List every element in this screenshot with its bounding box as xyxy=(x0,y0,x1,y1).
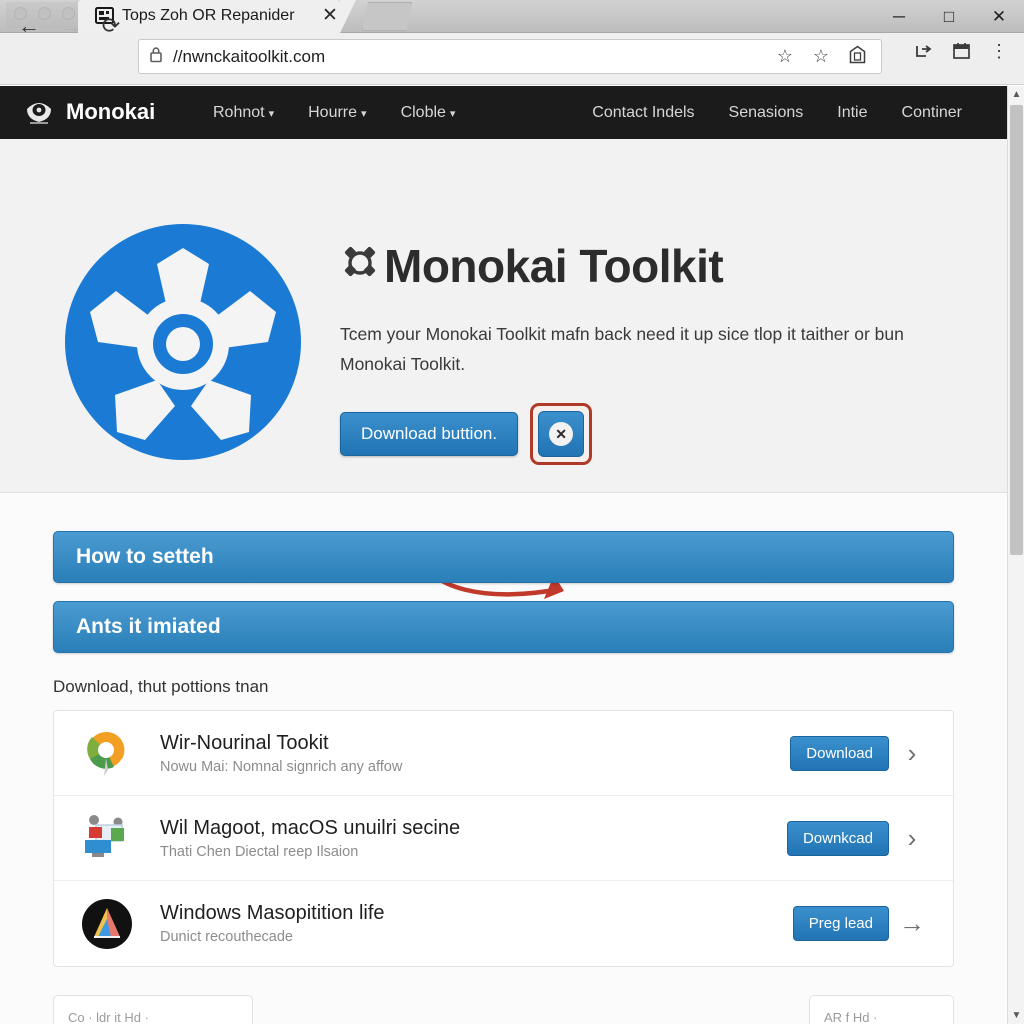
nav-item-intie[interactable]: Intie xyxy=(820,104,884,122)
chevron-right-icon[interactable]: › xyxy=(889,823,935,854)
new-tab-icon[interactable] xyxy=(362,2,412,31)
blue-gear-logo-icon xyxy=(63,222,303,462)
list-item[interactable]: Windows Masopitition life Dunict recouth… xyxy=(54,881,953,966)
list-item[interactable]: Wil Magoot, macOS unuilri secine Thati C… xyxy=(54,796,953,881)
chrome-pin-icon xyxy=(80,726,134,780)
site-navbar: Monokai Rohnot ▾ Hourre ▾ Cloble ▾ Contact … xyxy=(0,86,1007,139)
forward-arrow-icon[interactable]: → xyxy=(56,11,86,41)
list-item-title: Windows Masopitition life xyxy=(160,902,385,924)
scrollbar-thumb[interactable] xyxy=(1010,105,1023,555)
hero-actions: Download buttion. ✕ xyxy=(340,403,970,465)
page-scrollbar[interactable]: ▲ ▼ xyxy=(1007,86,1024,1024)
devices-screens-icon xyxy=(80,811,134,865)
bottom-card-left[interactable]: Co · ldr it Hd · xyxy=(53,995,253,1024)
nav-item-hourre[interactable]: Hourre ▾ xyxy=(291,104,383,122)
nav-item-contact-indels[interactable]: Contact Indels xyxy=(575,104,711,122)
site-nav-left: Rohnot ▾ Hourre ▾ Cloble ▾ xyxy=(196,86,472,139)
gear-icon xyxy=(340,242,380,291)
minimize-button[interactable]: ─ xyxy=(874,0,924,33)
address-bar-actions: ☆ ☆ xyxy=(767,45,881,69)
list-item-subtitle: Dunict recouthecade xyxy=(160,929,293,945)
arrow-right-icon[interactable]: → xyxy=(889,908,935,939)
nav-item-rohnot[interactable]: Rohnot ▾ xyxy=(196,104,291,122)
monokai-owl-logo-icon xyxy=(22,95,56,129)
close-badge-button[interactable]: ✕ xyxy=(538,411,585,457)
back-arrow-icon[interactable]: ← xyxy=(14,11,44,41)
bottom-card-right[interactable]: AR f Hd · xyxy=(809,995,954,1024)
scroll-up-arrow-icon[interactable]: ▲ xyxy=(1008,86,1024,103)
nav-item-senasions[interactable]: Senasions xyxy=(712,104,821,122)
download-button[interactable]: Download buttion. xyxy=(340,412,519,456)
close-window-button[interactable]: ✕ xyxy=(974,0,1024,33)
window-controls: ─ □ ✕ xyxy=(874,0,1024,33)
list-item-body: Wir-Nourinal Tookit Nowu Mai: Nomnal sig… xyxy=(134,732,790,775)
browser-window: Tops Zoh OR Repanider ✕ ─ □ ✕ ← → ⟳ //nw… xyxy=(0,0,1024,1024)
hero-description: Tcem your Monokai Toolkit mafn back need… xyxy=(340,324,904,374)
share-icon[interactable] xyxy=(904,41,942,65)
site-nav-right: Contact Indels Senasions Intie Continer xyxy=(575,86,979,139)
lock-icon xyxy=(139,46,173,68)
chevron-down-icon: ▾ xyxy=(268,107,275,120)
highlight-annotation-box: ✕ xyxy=(530,403,593,465)
scroll-down-arrow-icon[interactable]: ▼ xyxy=(1008,1007,1024,1024)
row-download-button[interactable]: Preg lead xyxy=(792,906,889,941)
nav-item-cloble[interactable]: Cloble ▾ xyxy=(384,104,473,122)
tab-title: Tops Zoh OR Repanider xyxy=(122,7,295,24)
row-download-button[interactable]: Download xyxy=(790,735,889,771)
hero-text-block: Monokai Toolkit Tcem your Monokai Toolki… xyxy=(340,239,970,465)
calendar-icon[interactable] xyxy=(942,41,980,65)
list-item[interactable]: Wir-Nourinal Tookit Nowu Mai: Nomnal sig… xyxy=(54,711,953,796)
list-item-body: Windows Masopitition life Dunict recouth… xyxy=(134,902,793,945)
list-item-body: Wil Magoot, macOS unuilri secine Thati C… xyxy=(134,817,787,860)
url-text[interactable]: //nwnckaitoolkit.com xyxy=(173,47,767,67)
chevron-right-icon[interactable]: › xyxy=(889,738,935,769)
list-item-subtitle: Thati Chen Diectal reep Ilsaion xyxy=(160,843,359,860)
nav-item-continer[interactable]: Continer xyxy=(885,104,979,122)
browser-menu-icon[interactable]: ⋮ xyxy=(980,41,1018,65)
page-title: Monokai Toolkit xyxy=(340,239,970,293)
close-icon[interactable]: ✕ xyxy=(318,4,342,28)
bookmark-star-icon[interactable]: ☆ xyxy=(767,46,803,67)
row-download-button[interactable]: Downkcad xyxy=(786,820,889,856)
page-title-text: Monokai Toolkit xyxy=(384,240,724,292)
address-bar[interactable]: //nwnckaitoolkit.com ☆ ☆ xyxy=(138,39,882,74)
bottom-card-left-label: Co · ldr it Hd · xyxy=(68,1010,149,1024)
download-list: Wir-Nourinal Tookit Nowu Mai: Nomnal sig… xyxy=(53,710,954,967)
site-brand[interactable]: Monokai xyxy=(22,95,155,129)
section-header-how-to-setteh[interactable]: How to setteh xyxy=(53,531,954,583)
maximize-button[interactable]: □ xyxy=(924,0,974,33)
toolbar-right-actions: ⋮ xyxy=(904,41,1018,65)
bottom-cards: Co · ldr it Hd · AR f Hd · xyxy=(53,995,954,1024)
title-bar: Tops Zoh OR Repanider ✕ ─ □ ✕ xyxy=(0,0,1024,33)
x-circle-icon: ✕ xyxy=(549,422,574,446)
chevron-down-icon: ▾ xyxy=(361,107,367,120)
dark-mountain-badge-icon xyxy=(80,897,134,951)
chevron-down-icon: ▾ xyxy=(449,107,456,120)
section-header-ants-it-imiated[interactable]: Ants it imiated xyxy=(53,601,954,653)
collections-icon[interactable] xyxy=(839,45,875,69)
page-content: How to setteh Ants it imiated Download, … xyxy=(0,531,1007,1024)
reload-icon[interactable]: ⟳ xyxy=(96,11,126,41)
list-item-title: Wir-Nourinal Tookit xyxy=(160,731,329,754)
favorite-star-icon[interactable]: ☆ xyxy=(803,46,839,67)
list-item-subtitle: Nowu Mai: Nomnal signrich any affow xyxy=(160,758,403,775)
page-viewport: Monokai Rohnot ▾ Hourre ▾ Cloble ▾ Contact … xyxy=(0,86,1007,1024)
brand-name: Monokai xyxy=(66,99,156,124)
download-list-caption: Download, thut pottions tnan xyxy=(53,677,269,696)
list-item-title: Wil Magoot, macOS unuilri secine xyxy=(160,816,461,839)
bottom-card-right-label: AR f Hd · xyxy=(824,1010,878,1024)
hero-section: Monokai Toolkit Tcem your Monokai Toolki… xyxy=(0,139,1007,599)
